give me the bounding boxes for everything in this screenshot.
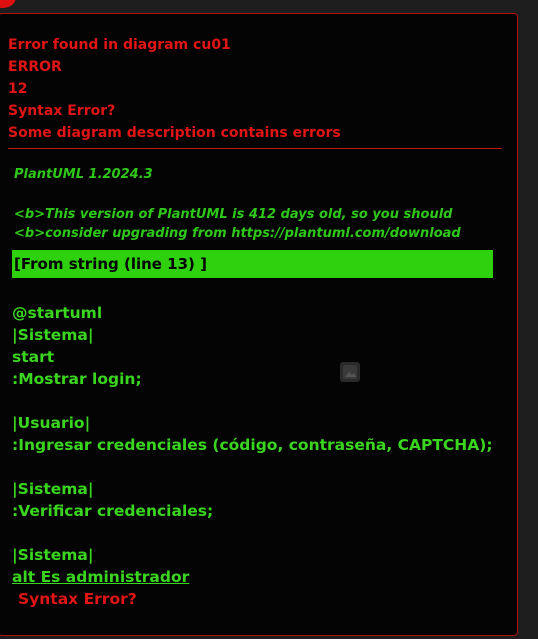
divider xyxy=(8,148,502,149)
error-indicator-icon xyxy=(0,0,16,8)
code-line: start xyxy=(12,348,55,366)
page: Error found in diagram cu01 ERROR 12 Syn… xyxy=(0,0,538,639)
image-placeholder-icon xyxy=(340,362,360,382)
code-line: |Usuario| xyxy=(12,414,91,432)
code-line: :Ingresar credenciales (código, contrase… xyxy=(12,436,493,454)
source-header: [From string (line 13) ] xyxy=(12,250,493,278)
code-line: @startuml xyxy=(12,304,103,322)
code-line: |Sistema| xyxy=(12,546,94,564)
error-line-number: 12 xyxy=(8,81,28,97)
upgrade-line-2: <b>consider upgrading from https://plant… xyxy=(14,226,461,241)
code-listing: @startuml |Sistema| start :Mostrar login… xyxy=(12,302,493,610)
error-title: Error found in diagram cu01 xyxy=(8,37,231,53)
error-code-line: alt Es administrador xyxy=(12,568,190,586)
error-message: Syntax Error? xyxy=(8,103,116,119)
syntax-error-marker: Syntax Error? xyxy=(18,590,137,608)
code-line: |Sistema| xyxy=(12,480,94,498)
error-type: ERROR xyxy=(8,59,62,75)
plantuml-version: PlantUML 1.2024.3 xyxy=(14,167,153,182)
error-description: Some diagram description contains errors xyxy=(8,125,341,141)
code-line: :Mostrar login; xyxy=(12,370,142,388)
code-line: |Sistema| xyxy=(12,326,94,344)
code-line: :Verificar credenciales; xyxy=(12,502,214,520)
error-panel: Error found in diagram cu01 ERROR 12 Syn… xyxy=(0,13,518,636)
upgrade-line-1: <b>This version of PlantUML is 412 days … xyxy=(14,207,453,222)
error-header: Error found in diagram cu01 ERROR 12 Syn… xyxy=(8,34,341,144)
upgrade-notice: <b>This version of PlantUML is 412 days … xyxy=(14,205,461,243)
